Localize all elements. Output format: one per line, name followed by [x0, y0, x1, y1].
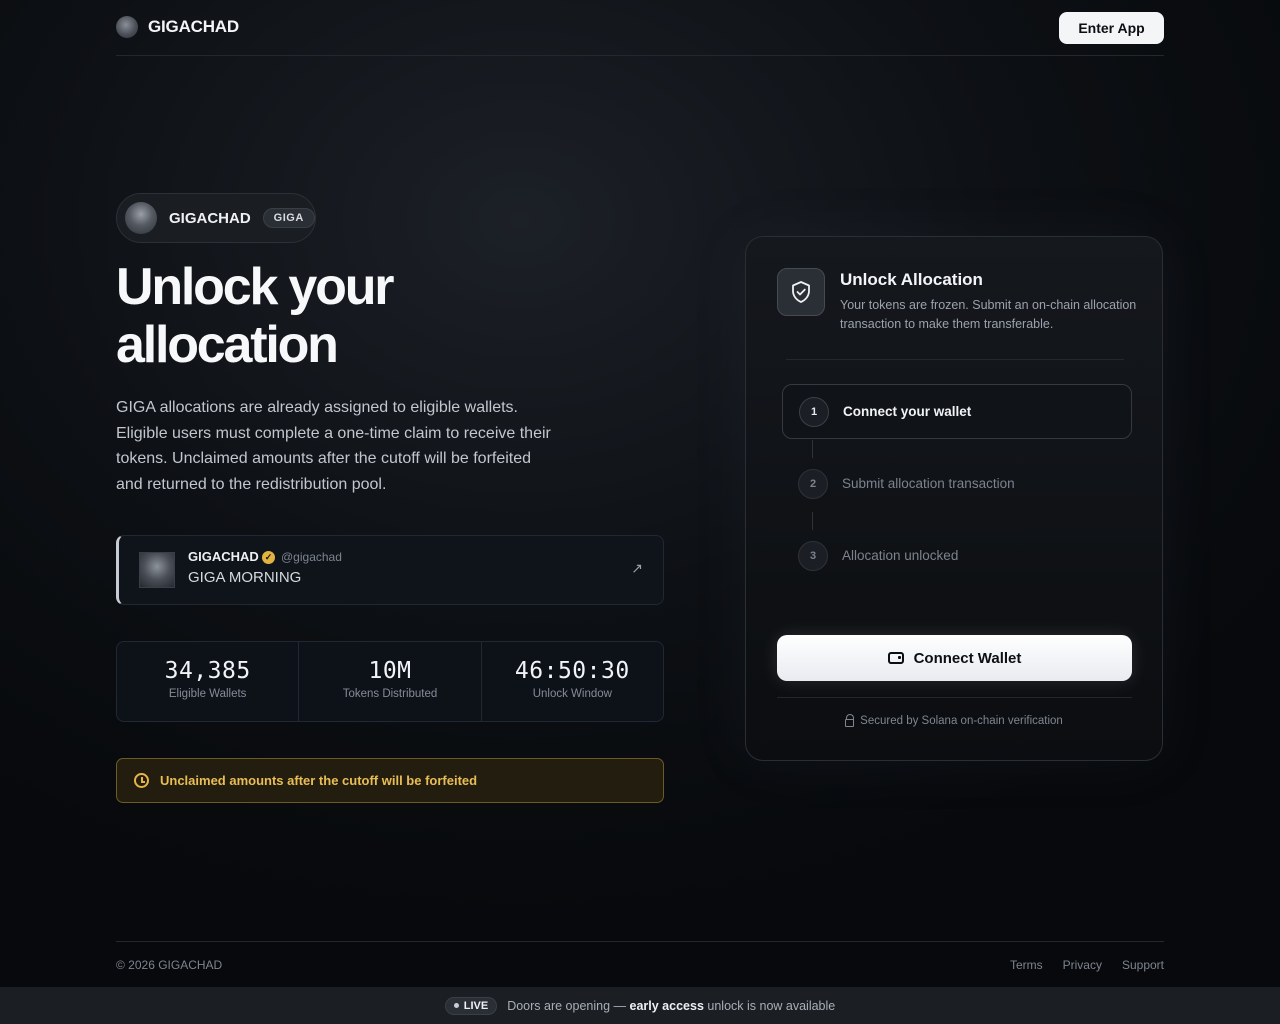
- step-number: 2: [798, 468, 828, 499]
- card-title: Unlock Allocation: [840, 270, 983, 289]
- brand-name: GIGACHAD: [148, 17, 239, 36]
- live-badge: LIVE: [444, 996, 498, 1015]
- lock-icon: [845, 714, 855, 727]
- stat-eligible-wallets: 34,385 Eligible Wallets: [117, 642, 300, 721]
- step-allocation-unlocked: 3 Allocation unlocked: [782, 528, 1132, 583]
- tweet-author-name: GIGACHAD: [188, 549, 259, 564]
- shield-check-icon: [777, 268, 825, 316]
- footer-links: Terms Privacy Support: [1010, 958, 1164, 972]
- stat-value: 34,385: [164, 658, 251, 684]
- tweet-card[interactable]: GIGACHAD ✓ @gigachad GIGA MORNING ↗: [116, 535, 664, 605]
- top-header: GIGACHAD Enter App: [116, 0, 1164, 56]
- step-label: Submit allocation transaction: [842, 476, 1015, 491]
- step-label: Connect your wallet: [843, 404, 972, 419]
- card-subtitle: Your tokens are frozen. Submit an on-cha…: [840, 298, 1137, 331]
- secured-text: Secured by Solana on-chain verification: [860, 715, 1063, 727]
- token-name: GIGACHAD: [169, 209, 251, 227]
- live-badge-label: LIVE: [463, 999, 489, 1012]
- stat-unlock-window: 46:50:30 Unlock Window: [482, 642, 663, 721]
- tweet-text: GIGA MORNING: [188, 569, 302, 586]
- hero-title: Unlock your allocation: [116, 258, 395, 374]
- step-number: 3: [798, 540, 828, 571]
- tweet-handle: @gigachad: [281, 550, 342, 564]
- stat-label: Eligible Wallets: [168, 688, 247, 700]
- arrow-up-right-icon[interactable]: ↗: [631, 560, 643, 577]
- divider: [777, 697, 1132, 698]
- stats-panel: 34,385 Eligible Wallets 10M Tokens Distr…: [116, 641, 664, 722]
- footer-link-terms[interactable]: Terms: [1010, 958, 1043, 972]
- stat-value: 46:50:30: [514, 658, 630, 684]
- live-text: Doors are opening — early access unlock …: [507, 999, 835, 1013]
- forfeit-warning: Unclaimed amounts after the cutoff will …: [116, 758, 664, 803]
- wallet-icon: [887, 652, 904, 664]
- stat-tokens-distributed: 10M Tokens Distributed: [299, 642, 482, 721]
- footer-link-privacy[interactable]: Privacy: [1063, 958, 1102, 972]
- clock-icon: [134, 773, 149, 788]
- step-connect-wallet[interactable]: 1 Connect your wallet: [782, 384, 1132, 439]
- brand[interactable]: GIGACHAD: [116, 16, 239, 38]
- token-pill: GIGACHAD GIGA: [116, 193, 316, 243]
- step-number: 1: [799, 396, 829, 427]
- connect-wallet-label: Connect Wallet: [913, 649, 1022, 667]
- footer: © 2026 GIGACHAD Terms Privacy Support: [116, 941, 1164, 987]
- copyright: © 2026 GIGACHAD: [116, 958, 223, 972]
- enter-app-button[interactable]: Enter App: [1059, 12, 1164, 44]
- footer-link-support[interactable]: Support: [1122, 958, 1164, 972]
- hero-description: GIGA allocations are already assigned to…: [116, 399, 551, 493]
- step-label: Allocation unlocked: [842, 548, 959, 563]
- step-submit-transaction: 2 Submit allocation transaction: [782, 456, 1132, 511]
- token-avatar: [125, 202, 157, 234]
- brand-avatar: [116, 16, 138, 38]
- unlock-allocation-card: Unlock Allocation Your tokens are frozen…: [745, 236, 1163, 761]
- stat-label: Unlock Window: [532, 688, 612, 700]
- live-announcement-bar: LIVE Doors are opening — early access un…: [0, 987, 1280, 1024]
- stat-value: 10M: [368, 658, 412, 684]
- divider: [786, 359, 1124, 360]
- security-note: Secured by Solana on-chain verification: [746, 714, 1162, 727]
- token-ticker-badge: GIGA: [262, 208, 315, 228]
- stat-label: Tokens Distributed: [342, 688, 438, 700]
- live-dot-icon: [453, 1003, 459, 1008]
- live-text-bold: early access: [629, 998, 704, 1013]
- warning-text: Unclaimed amounts after the cutoff will …: [160, 773, 478, 788]
- tweet-avatar: [139, 552, 175, 588]
- live-text-before: Doors are opening —: [507, 998, 627, 1013]
- verified-badge-icon: ✓: [262, 551, 275, 564]
- live-text-after: unlock is now available: [707, 998, 836, 1013]
- connect-wallet-button[interactable]: Connect Wallet: [777, 635, 1132, 681]
